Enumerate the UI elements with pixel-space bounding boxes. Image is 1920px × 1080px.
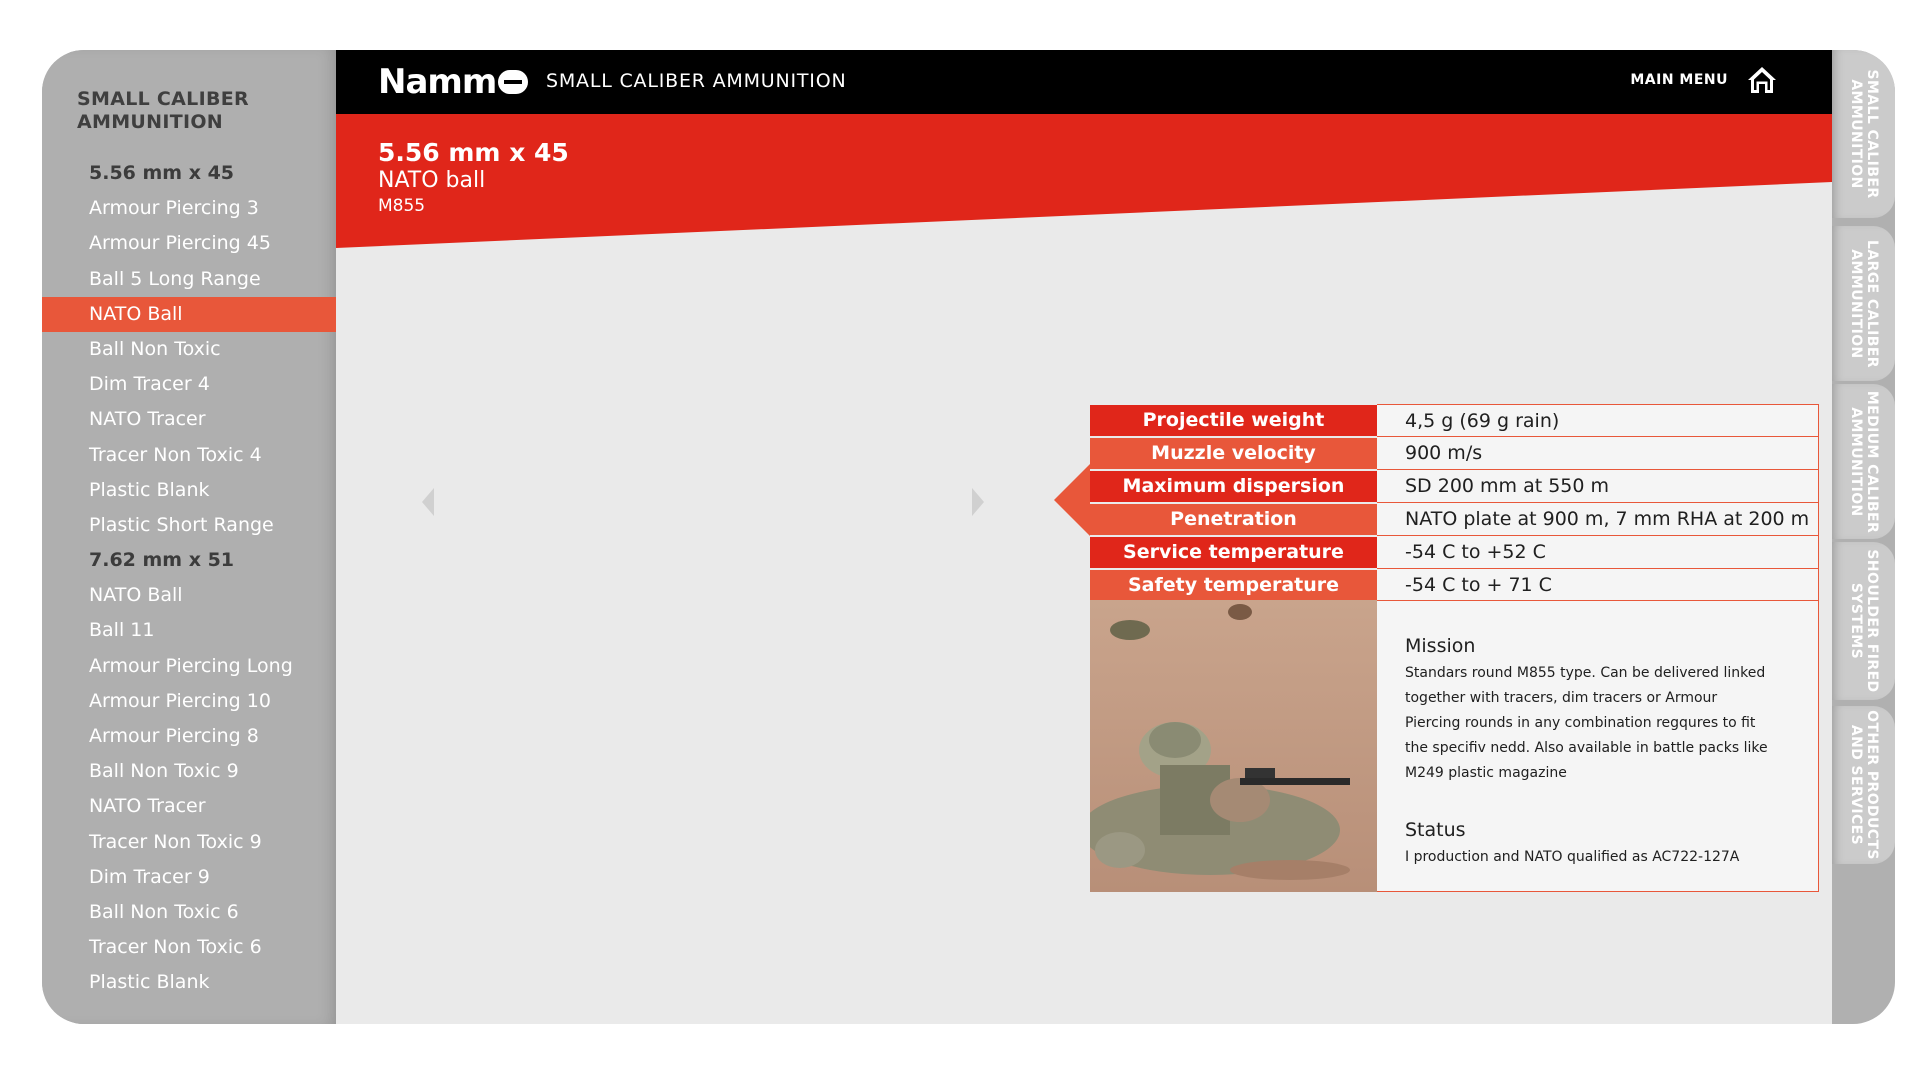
sidebar-item[interactable]: NATO Tracer xyxy=(42,402,336,437)
category-tab-label: MEDIUM CALIBER AMMUNITION xyxy=(1847,390,1880,533)
spec-value: -54 C to + 71 C xyxy=(1377,568,1819,602)
spec-row: Muzzle velocity 900 m/s xyxy=(1090,436,1819,471)
category-tab[interactable]: MEDIUM CALIBER AMMUNITION xyxy=(1832,384,1895,539)
sidebar-item[interactable]: Dim Tracer 4 xyxy=(42,367,336,402)
sidebar-item[interactable]: Armour Piercing Long xyxy=(42,649,336,684)
info-section: Mission Standars round M855 type. Can be… xyxy=(1090,600,1819,892)
sidebar-item[interactable]: Armour Piercing 45 xyxy=(42,226,336,261)
category-tab[interactable]: LARGE CALIBER AMMUNITION xyxy=(1832,226,1895,381)
category-tab[interactable]: SHOULDER FIRED SYSTEMS xyxy=(1832,542,1895,700)
sidebar-item[interactable]: NATO Tracer xyxy=(42,789,336,824)
mission-text: Standars round M855 type. Can be deliver… xyxy=(1405,665,1768,781)
category-tabs: SMALL CALIBER AMMUNITION LARGE CALIBER AM… xyxy=(1832,50,1895,1024)
spec-value: 900 m/s xyxy=(1377,436,1819,470)
product-title: 5.56 mm x 45 xyxy=(378,138,569,167)
sidebar: SMALL CALIBER AMMUNITION 5.56 mm x 45 Arm… xyxy=(42,50,336,1024)
category-tab-label: LARGE CALIBER AMMUNITION xyxy=(1847,239,1880,368)
sidebar-item[interactable]: Armour Piercing 3 xyxy=(42,191,336,226)
title-banner xyxy=(336,114,1832,248)
spec-label: Muzzle velocity xyxy=(1090,436,1377,471)
main-content: Namm SMALL CALIBER AMMUNITION MAIN MENU … xyxy=(336,50,1832,1024)
category-tab-label: SMALL CALIBER AMMUNITION xyxy=(1847,69,1880,199)
spec-label: Safety temperature xyxy=(1090,568,1377,603)
logo-mark-icon xyxy=(498,70,529,94)
main-menu-label: MAIN MENU xyxy=(1630,72,1728,88)
spec-row: Safety temperature -54 C to + 71 C xyxy=(1090,568,1819,603)
home-icon xyxy=(1748,67,1776,93)
category-tab-label: SHOULDER FIRED SYSTEMS xyxy=(1847,549,1880,693)
sidebar-group-header[interactable]: 7.62 mm x 51 xyxy=(42,543,336,578)
sidebar-item[interactable]: Ball Non Toxic 9 xyxy=(42,754,336,789)
category-tab[interactable]: OTHER PRODUCTS AND SERVICES xyxy=(1832,706,1895,864)
product-code: M855 xyxy=(378,196,426,216)
spec-label: Penetration xyxy=(1090,502,1377,537)
spec-label: Maximum dispersion xyxy=(1090,469,1377,504)
sidebar-item[interactable]: Plastic Blank xyxy=(42,473,336,508)
mission-heading: Mission xyxy=(1405,635,1476,657)
spec-row: Projectile weight 4,5 g (69 g rain) xyxy=(1090,404,1819,438)
nammo-logo[interactable]: Namm xyxy=(378,62,529,102)
sidebar-title: SMALL CALIBER AMMUNITION xyxy=(77,88,249,133)
sidebar-item[interactable]: Ball Non Toxic 6 xyxy=(42,895,336,930)
sidebar-item[interactable]: Armour Piercing 10 xyxy=(42,684,336,719)
sidebar-item[interactable]: Plastic Short Range xyxy=(42,508,336,543)
spec-row: Penetration NATO plate at 900 m, 7 mm RHA… xyxy=(1090,502,1819,537)
logo-text: Namm xyxy=(378,62,497,102)
next-arrow-icon[interactable] xyxy=(968,486,988,518)
spec-label: Service temperature xyxy=(1090,535,1377,570)
sidebar-item[interactable]: Tracer Non Toxic 4 xyxy=(42,438,336,473)
status-heading: Status xyxy=(1405,819,1466,841)
category-tab-label: OTHER PRODUCTS AND SERVICES xyxy=(1847,710,1880,860)
spec-value: NATO plate at 900 m, 7 mm RHA at 200 m xyxy=(1377,502,1819,536)
spec-value: -54 C to +52 C xyxy=(1377,535,1819,569)
mission-status-panel: Mission Standars round M855 type. Can be… xyxy=(1377,600,1819,892)
sidebar-item[interactable]: Ball 5 Long Range xyxy=(42,262,336,297)
sidebar-item[interactable]: NATO Ball xyxy=(42,578,336,613)
sidebar-item[interactable]: Tracer Non Toxic 9 xyxy=(42,825,336,860)
product-subtitle: NATO ball xyxy=(378,168,486,193)
category-tab[interactable]: SMALL CALIBER AMMUNITION xyxy=(1832,50,1895,218)
top-bar: Namm SMALL CALIBER AMMUNITION MAIN MENU xyxy=(336,50,1832,114)
spec-label: Projectile weight xyxy=(1090,404,1377,438)
spec-row: Maximum dispersion SD 200 mm at 550 m xyxy=(1090,469,1819,504)
sidebar-item[interactable]: Ball Non Toxic xyxy=(42,332,336,367)
sidebar-item[interactable]: Tracer Non Toxic 6 xyxy=(42,930,336,965)
sidebar-item[interactable]: Dim Tracer 9 xyxy=(42,860,336,895)
status-text: I production and NATO qualified as AC722… xyxy=(1405,849,1740,865)
spec-pointer xyxy=(1054,464,1090,536)
sidebar-item[interactable]: Plastic Blank xyxy=(42,965,336,1000)
previous-arrow-icon[interactable] xyxy=(418,486,438,518)
sidebar-item[interactable]: Ball 11 xyxy=(42,613,336,648)
app-frame: SMALL CALIBER AMMUNITION 5.56 mm x 45 Arm… xyxy=(42,50,1895,1024)
spec-row: Service temperature -54 C to +52 C xyxy=(1090,535,1819,570)
app-title: SMALL CALIBER AMMUNITION xyxy=(546,70,847,92)
sidebar-item[interactable]: NATO Ball xyxy=(42,296,336,332)
sidebar-nav: 5.56 mm x 45 Armour Piercing 3 Armour Pier… xyxy=(42,156,336,1001)
spec-value: 4,5 g (69 g rain) xyxy=(1377,404,1819,437)
spec-table: Projectile weight 4,5 g (69 g rain) Muzzle… xyxy=(1090,404,1819,603)
spec-value: SD 200 mm at 550 m xyxy=(1377,469,1819,503)
sidebar-group-header[interactable]: 5.56 mm x 45 xyxy=(42,156,336,191)
main-menu-button[interactable]: MAIN MENU xyxy=(1630,64,1778,96)
soldier-photo xyxy=(1090,600,1377,892)
sidebar-item[interactable]: Armour Piercing 8 xyxy=(42,719,336,754)
